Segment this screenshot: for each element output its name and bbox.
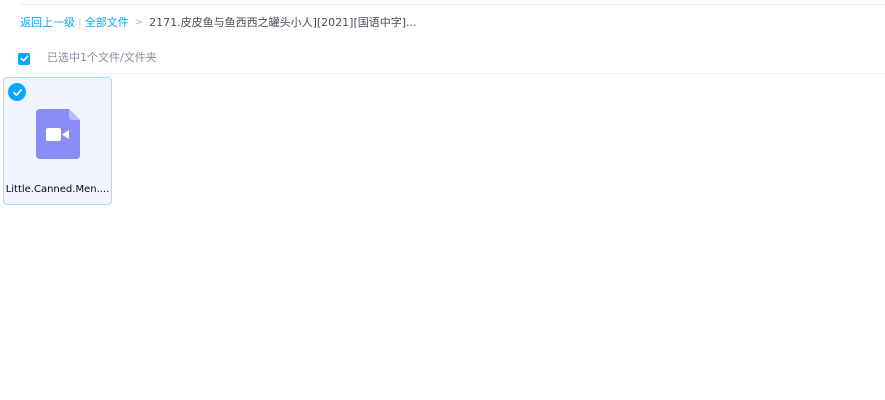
selection-bar: 已选中1个文件/文件夹 [18, 49, 157, 65]
video-file-icon [36, 109, 80, 159]
file-selected-checkbox[interactable] [8, 83, 26, 101]
list-divider [20, 73, 885, 74]
file-item[interactable]: Little.Canned.Men.... [3, 77, 112, 205]
breadcrumb-separator: | [78, 16, 82, 29]
top-divider [20, 4, 885, 5]
current-folder-name: 2171.皮皮鱼与鱼西西之罐头小人][2021][国语中字]... [149, 16, 417, 29]
selection-count-text: 已选中1个文件/文件夹 [47, 51, 157, 64]
all-files-link[interactable]: 全部文件 [85, 15, 129, 31]
checkmark-icon [12, 88, 22, 96]
file-browser: 返回上一级 | 全部文件 > 2171.皮皮鱼与鱼西西之罐头小人][2021][… [0, 0, 885, 400]
breadcrumb: 返回上一级 | 全部文件 > 2171.皮皮鱼与鱼西西之罐头小人][2021][… [20, 15, 417, 31]
breadcrumb-arrow: > [134, 17, 144, 28]
file-name: Little.Canned.Men.... [5, 184, 110, 195]
back-link[interactable]: 返回上一级 [20, 15, 75, 31]
checkmark-icon [20, 55, 28, 62]
select-all-checkbox[interactable] [18, 52, 30, 65]
